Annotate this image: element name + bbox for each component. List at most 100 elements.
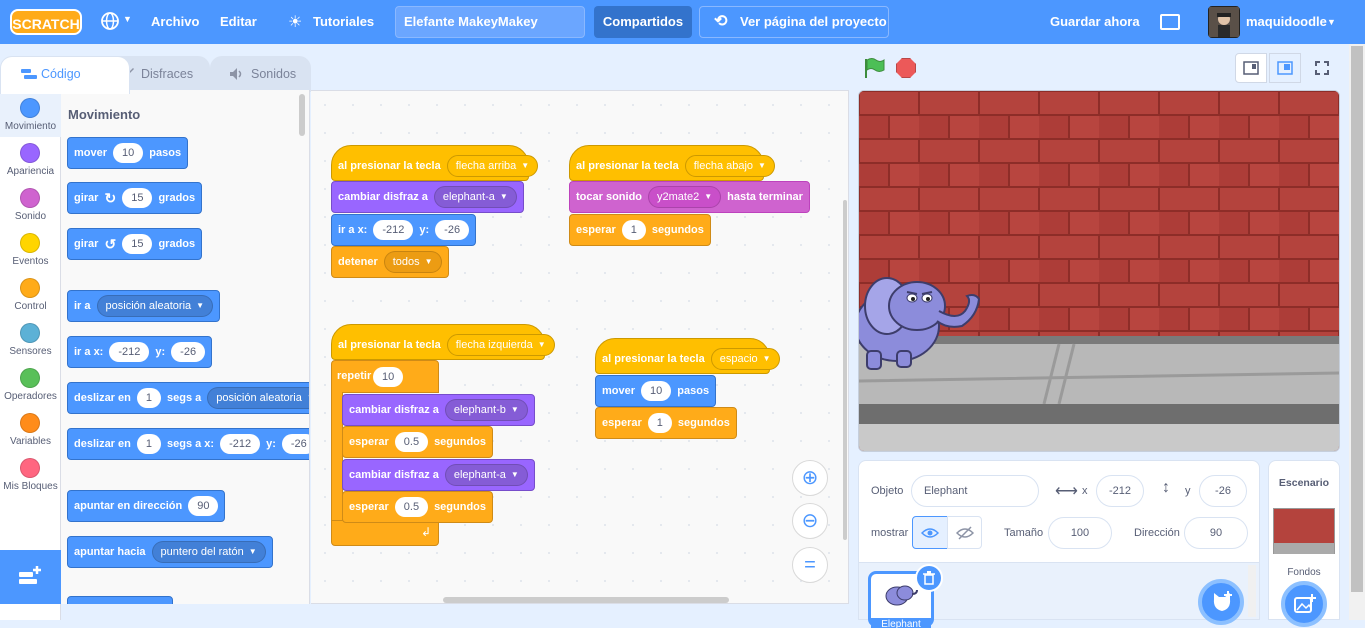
when-key-pressed-hat[interactable]: al presionar la tecla flecha abajo ▼ (569, 145, 775, 181)
x-position-input[interactable]: -212 (1096, 475, 1144, 507)
add-sprite-button[interactable] (1198, 579, 1244, 625)
wait-input[interactable]: 1 (647, 413, 672, 433)
sound-dropdown[interactable]: y2mate2 ▼ (648, 186, 722, 208)
x-input[interactable]: -212 (373, 220, 414, 240)
block-glide-to[interactable]: deslizar en 1 segs a posición aleatoria ▼ (67, 382, 309, 414)
block-point-in-direction[interactable]: apuntar en dirección 90 (67, 490, 226, 522)
key-dropdown[interactable]: flecha abajo ▼ (684, 155, 775, 177)
key-dropdown[interactable]: flecha izquierda ▼ (446, 334, 555, 356)
category-motion[interactable]: Movimiento (0, 92, 61, 137)
costume-dropdown[interactable]: elephant-a ▼ (433, 186, 517, 208)
my-stuff-folder-icon[interactable] (1160, 14, 1180, 30)
key-dropdown[interactable]: flecha arriba ▼ (446, 155, 539, 177)
key-dropdown[interactable]: espacio ▼ (710, 348, 780, 370)
category-sensing[interactable]: Sensores (0, 317, 61, 362)
x-input[interactable]: -212 (220, 434, 261, 454)
block-play-sound-until-done[interactable]: tocar sonido y2mate2 ▼ hasta terminar (569, 181, 810, 213)
block-go-to[interactable]: ir a posición aleatoria ▼ (67, 290, 221, 322)
when-key-pressed-hat[interactable]: al presionar la tecla espacio ▼ (595, 338, 780, 374)
direction-input[interactable]: 90 (188, 496, 219, 516)
add-extension-button[interactable] (0, 550, 61, 604)
wait-input[interactable]: 0.5 (394, 497, 429, 517)
block-go-to-xy[interactable]: ir a x: -212 y: -26 (67, 336, 213, 368)
category-operators[interactable]: Operadores (0, 362, 61, 407)
block-switch-costume[interactable]: cambiar disfraz a elephant-a ▼ (342, 459, 535, 491)
when-key-pressed-hat[interactable]: al presionar la tecla flecha izquierda ▼ (331, 324, 555, 360)
costume-dropdown[interactable]: elephant-b ▼ (444, 399, 528, 421)
degrees-input[interactable]: 15 (122, 234, 153, 254)
go-to-target-dropdown[interactable]: posición aleatoria ▼ (96, 295, 214, 317)
menu-archivo[interactable]: Archivo (151, 0, 199, 44)
delete-sprite-button[interactable] (915, 564, 943, 592)
block-move[interactable]: mover 10 pasos (595, 375, 717, 407)
stage-canvas[interactable] (858, 90, 1340, 452)
category-variables[interactable]: Variables (0, 407, 61, 452)
wait-input[interactable]: 0.5 (394, 432, 429, 452)
steps-input[interactable]: 10 (113, 143, 144, 163)
steps-input[interactable]: 10 (641, 381, 672, 401)
block-partial[interactable] (67, 596, 173, 604)
zoom-reset-button[interactable]: = (792, 547, 828, 583)
sprite-list-scrollbar[interactable] (1248, 565, 1256, 617)
menu-editar[interactable]: Editar (220, 0, 257, 44)
category-my-blocks[interactable]: Mis Bloques (0, 452, 61, 497)
sprite-name-input[interactable]: Elephant (911, 475, 1039, 507)
save-now-button[interactable]: Guardar ahora (1050, 0, 1140, 44)
scratch-logo[interactable]: SCRATCH (10, 9, 82, 35)
block-wait[interactable]: esperar 0.5 segundos (342, 491, 494, 523)
zoom-in-button[interactable]: ⊕ (792, 460, 828, 496)
block-wait[interactable]: esperar 1 segundos (595, 407, 737, 439)
block-switch-costume[interactable]: cambiar disfraz a elephant-b ▼ (342, 394, 535, 426)
project-title-input[interactable]: Elefante MakeyMakey (395, 6, 585, 38)
category-sound[interactable]: Sonido (0, 182, 61, 227)
language-menu[interactable]: ▼ (100, 11, 134, 33)
page-scrollbar-thumb[interactable] (1351, 46, 1363, 592)
stop-dropdown[interactable]: todos ▼ (383, 251, 442, 273)
elephant-sprite[interactable] (858, 261, 987, 376)
costume-dropdown[interactable]: elephant-a ▼ (444, 464, 528, 486)
point-towards-dropdown[interactable]: puntero del ratón ▼ (151, 541, 266, 563)
tab-code[interactable]: Código (0, 56, 130, 94)
y-input[interactable]: -26 (281, 434, 309, 454)
secs-input[interactable]: 1 (136, 388, 161, 408)
wait-input[interactable]: 1 (621, 220, 646, 240)
shared-button[interactable]: Compartidos (594, 6, 692, 38)
see-project-page-button[interactable]: ⟲ Ver página del proyecto (699, 6, 889, 38)
x-input[interactable]: -212 (109, 342, 150, 362)
block-stop[interactable]: detener todos ▼ (331, 246, 449, 278)
direction-input[interactable]: 90 (1184, 517, 1248, 549)
add-backdrop-button[interactable] (1281, 581, 1327, 627)
block-wait[interactable]: esperar 0.5 segundos (342, 426, 494, 458)
glide-target-dropdown[interactable]: posición aleatoria ▼ (207, 387, 309, 409)
small-stage-button[interactable] (1235, 53, 1267, 83)
block-switch-costume[interactable]: cambiar disfraz a elephant-a ▼ (331, 181, 524, 213)
show-sprite-button[interactable] (912, 516, 948, 549)
normal-stage-button[interactable] (1269, 53, 1301, 83)
category-control[interactable]: Control (0, 272, 61, 317)
hide-sprite-button[interactable] (947, 516, 982, 549)
y-input[interactable]: -26 (435, 220, 470, 240)
block-turn-left[interactable]: girar ↺ 15 grados (67, 228, 203, 260)
fullscreen-button[interactable] (1306, 53, 1338, 83)
block-glide-to-xy[interactable]: deslizar en 1 segs a x: -212 y: -26 (67, 428, 309, 460)
block-turn-right[interactable]: girar ↻ 15 grados (67, 182, 203, 214)
block-point-towards[interactable]: apuntar hacia puntero del ratón ▼ (67, 536, 273, 568)
when-key-pressed-hat[interactable]: al presionar la tecla flecha arriba ▼ (331, 145, 539, 181)
y-position-input[interactable]: -26 (1199, 475, 1247, 507)
y-input[interactable]: -26 (171, 342, 206, 362)
block-wait[interactable]: esperar 1 segundos (569, 214, 711, 246)
block-move[interactable]: mover 10 pasos (67, 137, 189, 169)
workspace-scrollbar-horizontal[interactable] (443, 597, 729, 603)
zoom-out-button[interactable]: ⊖ (792, 503, 828, 539)
avatar[interactable] (1208, 6, 1240, 38)
workspace-scrollbar-vertical[interactable] (843, 200, 847, 540)
stage-target-pane[interactable]: Escenario Fondos (1268, 460, 1340, 627)
green-flag-icon[interactable] (863, 57, 885, 79)
degrees-input[interactable]: 15 (122, 188, 153, 208)
username-menu[interactable]: maquidoodle (1246, 0, 1327, 44)
category-looks[interactable]: Apariencia (0, 137, 61, 182)
stop-sign-icon[interactable] (896, 58, 916, 78)
repeat-input[interactable]: 10 (373, 367, 404, 387)
size-input[interactable]: 100 (1048, 517, 1112, 549)
tab-sounds[interactable]: Sonidos (210, 56, 311, 92)
